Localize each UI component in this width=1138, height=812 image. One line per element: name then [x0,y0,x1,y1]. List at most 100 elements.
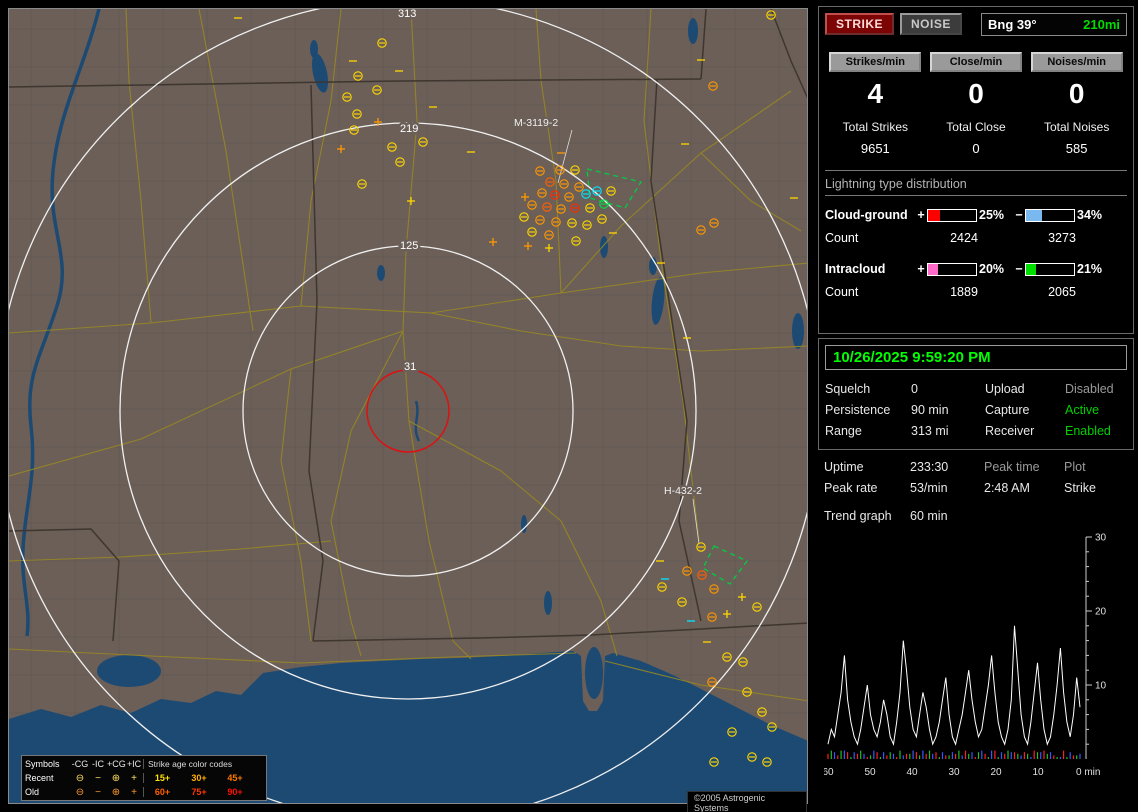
count-label: Count [825,285,859,299]
minus-sign: − [1015,208,1023,222]
legend-col-pos-cg: +CG [107,759,126,769]
capture-label: Capture [985,403,1030,417]
ic-negative-pct: 21% [1077,262,1103,276]
cloud-ground-row: Cloud-ground + 25% − 34% [825,204,1127,226]
total-strikes-label: Total Strikes [842,120,908,134]
peak-rate-value: 53/min [910,481,948,495]
cg-neg-icon: ⊖ [75,786,85,798]
svg-text:20: 20 [990,767,1002,778]
age-code: 30+ [191,773,207,783]
peak-time-label: Peak time [984,460,1040,474]
rate-counters: Strikes/min 4 Total Strikes 9651 Close/m… [825,52,1127,156]
cg-pos-icon: ⊕ [111,772,121,784]
trend-line [827,625,1081,747]
trend-settings-row: Trend graph 60 min [824,509,1128,523]
total-close-value: 0 [972,141,980,156]
squelch-label: Squelch [825,382,871,396]
cg-pos-icon: ⊕ [111,786,121,798]
age-code: 45+ [227,773,243,783]
persistence-label: Persistence [825,403,891,417]
status-grid: Squelch 0 Upload Disabled Persistence 90… [825,382,1127,438]
panel-section-status: 10/26/2025 9:59:20 PM Squelch 0 Upload D… [818,338,1134,450]
svg-text:60: 60 [824,767,834,778]
legend-old-row: Old ⊖ − ⊕ + 60+ 75+ 90+ [25,785,263,799]
receiver-label: Receiver [985,424,1035,438]
ic-negative-bar [1025,262,1075,276]
map-svg[interactable]: M-3119-2 H-432-2 313 219 125 31 [9,9,807,803]
squelch-value: 0 [911,382,918,396]
legend-header-row: Symbols -CG -IC +CG +IC Strike age color… [25,757,263,771]
intracloud-row: Intracloud + 20% − 21% [825,258,1127,280]
intracloud-count-row: Count 1889 2065 [825,280,1127,304]
map-panel[interactable]: M-3119-2 H-432-2 313 219 125 31 Symbols -CG … [8,8,808,812]
minus-sign: − [1015,262,1023,276]
total-noises-value: 585 [1065,141,1088,156]
noise-button[interactable]: NOISE [900,13,962,35]
map-legend: Symbols -CG -IC +CG +IC Strike age color… [21,755,267,801]
noises-per-min-button[interactable]: Noises/min [1030,52,1123,72]
ic-neg-icon: − [95,786,101,798]
plot-label: Plot [1064,460,1086,474]
count-label: Count [825,231,859,245]
cg-positive-bar [927,208,977,222]
noises-per-min-value: 0 [1068,78,1085,109]
cg-neg-icon: ⊖ [75,772,85,784]
svg-text:30: 30 [948,767,960,778]
cg-positive-pct: 25% [979,208,1005,222]
plus-sign: + [917,208,925,222]
total-close-label: Total Close [946,120,1006,134]
cg-positive-count: 2424 [950,231,978,245]
strikes-column: Strikes/min 4 Total Strikes 9651 [825,52,926,156]
receiver-value: Enabled [1065,424,1111,438]
svg-text:20: 20 [1095,607,1107,618]
age-code: 75+ [191,787,207,797]
range-ring-label: 125 [400,240,418,252]
ic-positive-pct: 20% [979,262,1005,276]
panel-section-counters: STRIKE NOISE Bng 39° 210mi Strikes/min 4… [818,6,1134,334]
peak-time-value: 2:48 AM [984,481,1030,495]
svg-text:30: 30 [1095,533,1107,544]
bearing-display: Bng 39° 210mi [981,13,1127,36]
age-code: 90+ [227,787,243,797]
peak-rate-label: Peak rate [824,481,878,495]
age-code: 15+ [143,773,181,783]
upload-label: Upload [985,382,1025,396]
uptime-label: Uptime [824,460,864,474]
legend-col-neg-ic: -IC [92,759,104,769]
cloud-ground-count-row: Count 2424 3273 [825,226,1127,250]
datetime-display: 10/26/2025 9:59:20 PM [825,345,1127,370]
upload-value: Disabled [1065,382,1114,396]
copyright-notice: ©2005 Astrogenic Systems [687,791,807,812]
legend-age-header: Strike age color codes [143,759,253,769]
noises-column: Noises/min 0 Total Noises 585 [1026,52,1127,156]
capture-value: Active [1065,403,1100,417]
ic-pos-icon: + [131,786,137,798]
range-ring-label: 31 [404,361,416,373]
storm-cell-label: M-3119-2 [514,117,558,129]
range-ring-label: 313 [398,9,416,20]
cg-negative-bar [1025,208,1075,222]
storm-cell-label: H-432-2 [664,485,702,497]
close-per-min-value: 0 [968,78,984,109]
distribution-title: Lightning type distribution [825,177,1127,196]
svg-text:40: 40 [906,767,918,778]
uptime-value: 233:30 [910,460,949,474]
ic-positive-bar [927,262,977,276]
svg-text:50: 50 [864,767,876,778]
svg-text:10: 10 [1095,681,1107,692]
plot-value: Strike [1064,481,1096,495]
control-panel: STRIKE NOISE Bng 39° 210mi Strikes/min 4… [818,6,1134,808]
legend-col-neg-cg: -CG [71,759,89,769]
range-label: Range [825,424,862,438]
trend-graph-window: 60 min [910,509,948,523]
strike-button[interactable]: STRIKE [825,13,895,35]
legend-col-pos-ic: +IC [126,759,142,769]
ic-pos-icon: + [131,772,137,784]
app-window: M-3119-2 H-432-2 313 219 125 31 Symbols -CG … [0,0,1138,812]
close-per-min-button[interactable]: Close/min [929,52,1022,72]
strikes-per-min-button[interactable]: Strikes/min [829,52,922,72]
panel-section-trend: Uptime 233:30 Peak time Plot Peak rate 5… [818,454,1134,806]
trend-graph-label: Trend graph [824,509,892,523]
plus-sign: + [917,262,925,276]
range-ring-label: 219 [400,123,418,135]
